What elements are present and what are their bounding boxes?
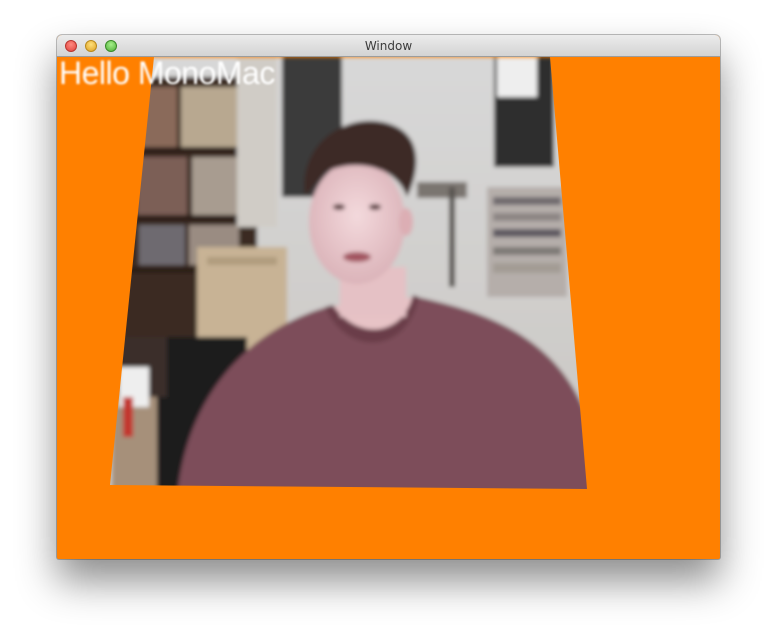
title-bar[interactable]: Window	[57, 35, 720, 57]
app-window: Window Hello MonoMac	[57, 35, 720, 559]
hello-overlay-text: Hello MonoMac	[59, 57, 275, 91]
render-view: Hello MonoMac	[57, 57, 720, 559]
window-title: Window	[364, 39, 413, 53]
webcam-video-quad	[110, 57, 587, 489]
